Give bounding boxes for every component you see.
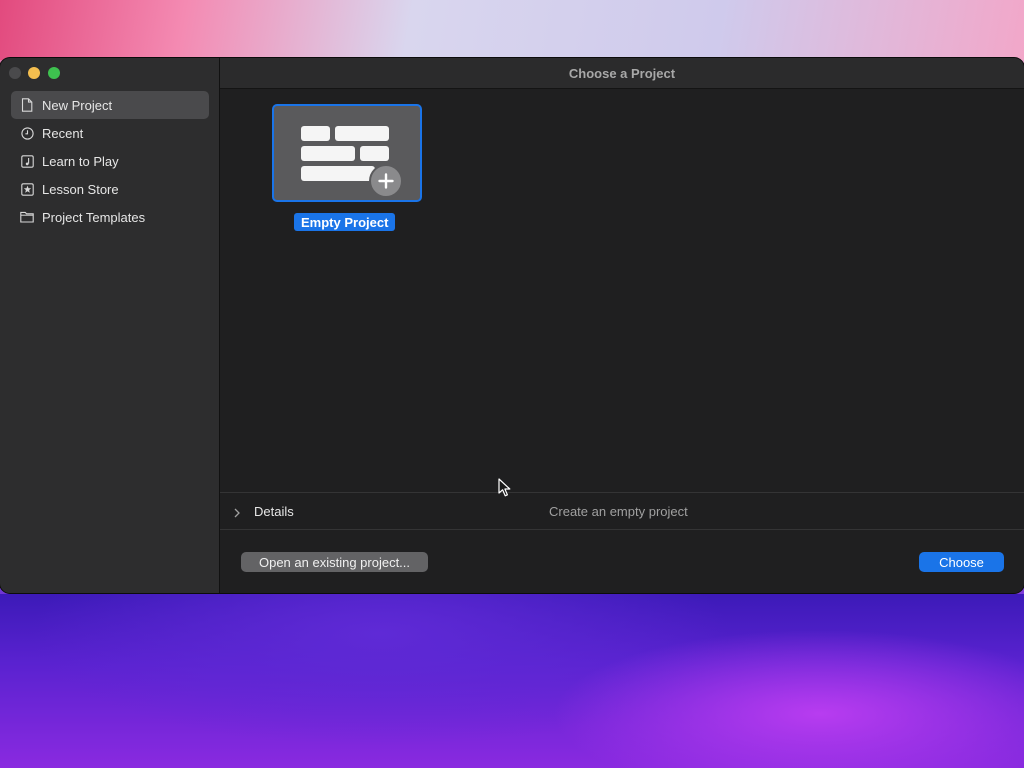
sidebar-item-recent[interactable]: Recent: [11, 119, 209, 147]
sidebar-item-label: New Project: [42, 97, 113, 113]
desktop-wallpaper-top: [0, 0, 1024, 60]
open-existing-project-button[interactable]: Open an existing project...: [241, 552, 428, 572]
details-toggle[interactable]: Details: [254, 504, 294, 519]
main-pane: Choose a Project Empty Project Details C…: [220, 58, 1024, 593]
clock-icon: [20, 126, 34, 140]
choose-button[interactable]: Choose: [919, 552, 1004, 572]
empty-project-label[interactable]: Empty Project: [294, 213, 396, 231]
sidebar-item-label: Lesson Store: [42, 181, 119, 197]
sidebar-item-new-project[interactable]: New Project: [11, 91, 209, 119]
sidebar-nav: New Project Recent Learn to Play Lesson …: [11, 91, 209, 231]
plus-icon: [369, 164, 403, 198]
empty-project-template-tile[interactable]: [272, 104, 422, 202]
desktop-wallpaper-bottom: [0, 594, 1024, 768]
sidebar: New Project Recent Learn to Play Lesson …: [0, 58, 220, 593]
sidebar-item-learn-to-play[interactable]: Learn to Play: [11, 147, 209, 175]
sidebar-item-label: Project Templates: [42, 209, 146, 225]
document-icon: [20, 98, 34, 112]
folder-icon: [20, 210, 34, 224]
choose-project-window: New Project Recent Learn to Play Lesson …: [0, 58, 1024, 593]
details-description: Create an empty project: [549, 503, 688, 519]
mouse-pointer-icon: [498, 478, 512, 503]
chevron-right-icon[interactable]: [233, 505, 241, 523]
sidebar-item-lesson-store[interactable]: Lesson Store: [11, 175, 209, 203]
star-icon: [20, 182, 34, 196]
sidebar-item-label: Learn to Play: [42, 153, 119, 169]
minimize-window-button[interactable]: [28, 67, 40, 79]
sidebar-item-project-templates[interactable]: Project Templates: [11, 203, 209, 231]
music-note-icon: [20, 154, 34, 168]
zoom-window-button[interactable]: [48, 67, 60, 79]
sidebar-item-label: Recent: [42, 125, 84, 141]
close-window-button[interactable]: [9, 67, 21, 79]
details-bar: Details Create an empty project: [220, 492, 1024, 530]
window-title: Choose a Project: [220, 58, 1024, 89]
